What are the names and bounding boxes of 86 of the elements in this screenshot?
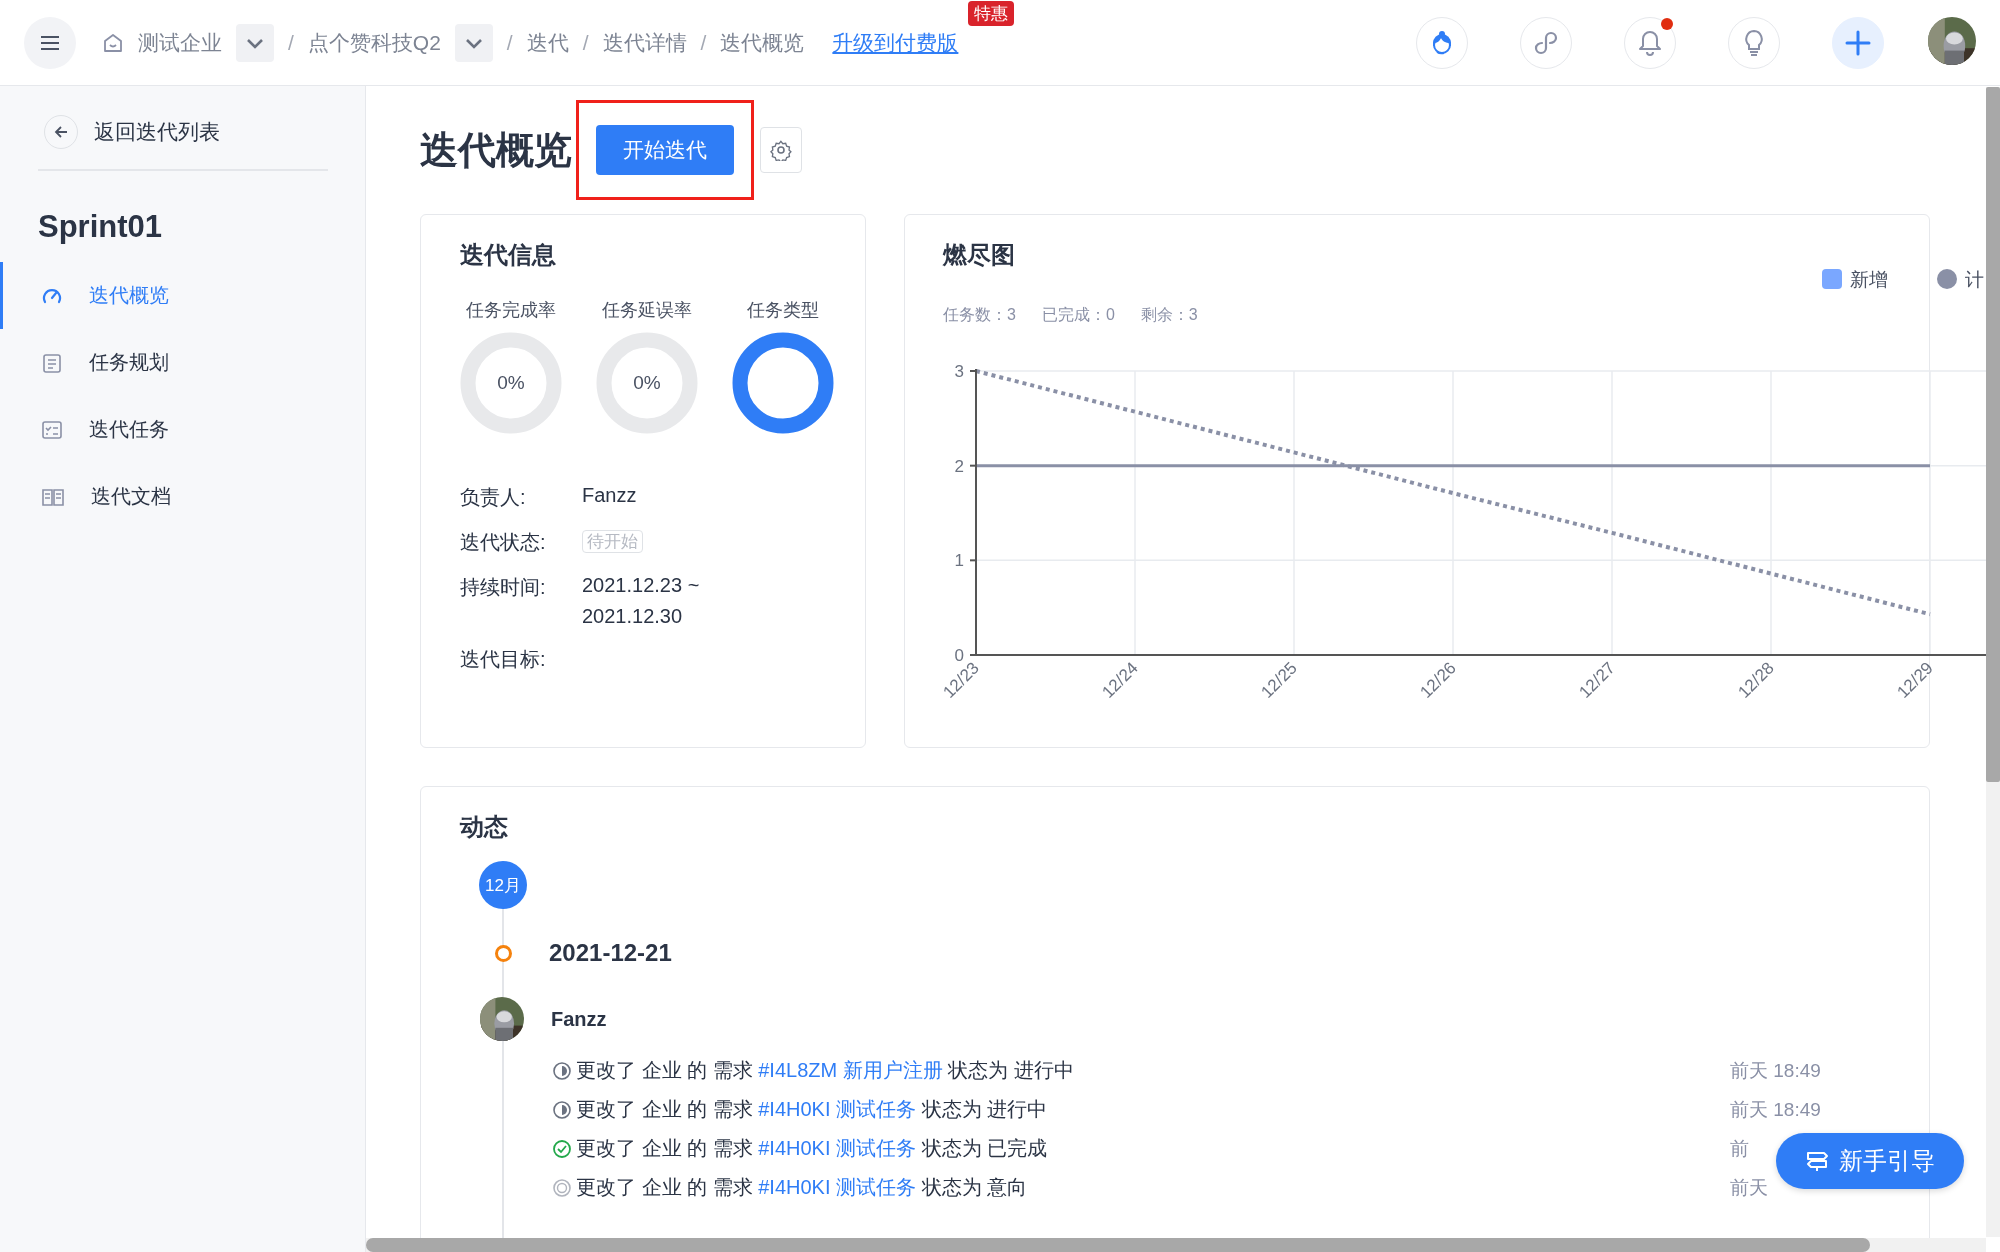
empty-circle-icon	[552, 1177, 572, 1198]
breadcrumb-item[interactable]: 迭代	[526, 28, 569, 57]
settings-button[interactable]	[760, 127, 802, 173]
axis-label: 1	[954, 551, 964, 571]
clipboard-icon	[41, 351, 63, 374]
activity-time: 前天	[1730, 1175, 1768, 1200]
scrollbar-thumb[interactable]	[1986, 87, 2000, 782]
guide-button[interactable]: 新手引导	[1776, 1133, 1964, 1189]
breadcrumb-separator: /	[700, 30, 707, 55]
upgrade-link[interactable]: 升级到付费版	[832, 30, 959, 54]
sidebar-item[interactable]: 任务规划	[0, 329, 365, 396]
breadcrumb-separator: /	[582, 30, 589, 55]
page-title: 迭代概览	[420, 127, 572, 173]
ring-value: 0%	[633, 372, 661, 394]
field-label: 迭代目标:	[460, 647, 547, 672]
plus-icon	[1844, 28, 1872, 57]
promo-badge: 特惠	[968, 0, 1015, 26]
ring-label: 任务延误率	[602, 299, 692, 322]
chevron-down-icon	[464, 36, 483, 49]
field-label: 持续时间:	[460, 575, 547, 600]
axis-label: 3	[954, 362, 964, 381]
menu-icon	[40, 34, 60, 51]
user-avatar	[480, 997, 524, 1041]
arrow-left-icon	[53, 124, 69, 140]
chart-stat: 剩余：3	[1140, 305, 1198, 325]
scrollbar-thumb[interactable]	[366, 1238, 1870, 1252]
activity-text: 更改了 企业 的 需求 #I4H0KI 测试任务 状态为 进行中	[576, 1097, 1048, 1122]
ring-label: 任务类型	[747, 299, 819, 322]
half-circle-icon	[552, 1099, 572, 1120]
axis-label: 0	[954, 646, 964, 665]
ring-label: 任务完成率	[466, 299, 556, 322]
ring-value: 0%	[497, 372, 525, 394]
user-name: Fanzz	[551, 1007, 607, 1031]
activity-time: 前天 18:49	[1730, 1097, 1821, 1122]
activity-time: 前天 18:49	[1730, 1058, 1821, 1083]
field-value: Fanzz	[582, 484, 637, 508]
toolbar-button[interactable]	[1624, 16, 1676, 69]
task-link[interactable]: #I4H0KI 测试任务	[758, 1137, 917, 1159]
start-sprint-button[interactable]: 开始迭代	[596, 125, 734, 175]
sidebar-item[interactable]: 迭代任务	[0, 396, 365, 463]
checklist-icon	[41, 418, 63, 441]
activity-text: 更改了 企业 的 需求 #I4H0KI 测试任务 状态为 已完成	[576, 1136, 1048, 1161]
dropdown-button[interactable]	[236, 23, 274, 62]
breadcrumb-item[interactable]: 点个赞科技Q2	[307, 28, 441, 57]
breadcrumb-separator: /	[506, 30, 513, 55]
sidebar-item[interactable]: 迭代概览	[0, 262, 365, 329]
breadcrumb-item[interactable]: 迭代详情	[602, 28, 687, 57]
field-value: 2021.12.30	[582, 605, 684, 628]
activity-text: 更改了 企业 的 需求 #I4H0KI 测试任务 状态为 意向	[576, 1175, 1028, 1200]
check-circle-icon	[552, 1138, 572, 1159]
field-label: 负责人:	[460, 485, 527, 510]
task-link[interactable]: #I4L8ZM 新用户注册	[758, 1059, 943, 1081]
breadcrumb-item[interactable]: 测试企业	[138, 28, 222, 57]
activity-text: 更改了 企业 的 需求 #I4L8ZM 新用户注册 状态为 进行中	[576, 1058, 1074, 1083]
legend-label: 计	[1965, 269, 1984, 290]
chart-stat: 任务数：3	[943, 305, 1016, 325]
half-circle-icon	[552, 1060, 572, 1081]
status-tag: 待开始	[582, 530, 643, 553]
legend-swatch	[1937, 269, 1957, 289]
chart-stat: 已完成：0	[1041, 305, 1115, 325]
settings-icon	[770, 139, 792, 161]
activity-date: 2021-12-21	[549, 939, 672, 967]
card-title: 燃尽图	[943, 240, 1016, 270]
task-link[interactable]: #I4H0KI 测试任务	[758, 1098, 917, 1120]
legend-label: 新增	[1850, 269, 1888, 290]
signpost-icon	[1805, 1149, 1829, 1173]
field-label: 迭代状态:	[460, 530, 547, 555]
breadcrumb-item[interactable]: 迭代概览	[720, 28, 805, 57]
axis-label: 2	[954, 456, 964, 476]
field-value: 2021.12.23 ~	[582, 574, 700, 597]
home-icon	[102, 31, 124, 54]
card-title: 迭代信息	[460, 240, 557, 270]
bell-icon	[1637, 28, 1663, 57]
task-link[interactable]: #I4H0KI 测试任务	[758, 1176, 917, 1198]
month-badge: 12月	[479, 861, 527, 909]
breadcrumb-separator: /	[288, 30, 294, 55]
back-link[interactable]: 返回迭代列表	[38, 114, 328, 171]
sprint-title: Sprint01	[38, 209, 164, 245]
card-title: 动态	[460, 812, 509, 842]
user-avatar	[1928, 16, 1976, 65]
sidebar-item[interactable]: 迭代文档	[0, 463, 365, 530]
dropdown-button[interactable]	[454, 23, 493, 62]
timeline-dot	[495, 944, 512, 962]
chevron-down-icon	[246, 36, 264, 49]
activity-time: 前	[1730, 1136, 1749, 1161]
legend-swatch	[1822, 269, 1842, 289]
